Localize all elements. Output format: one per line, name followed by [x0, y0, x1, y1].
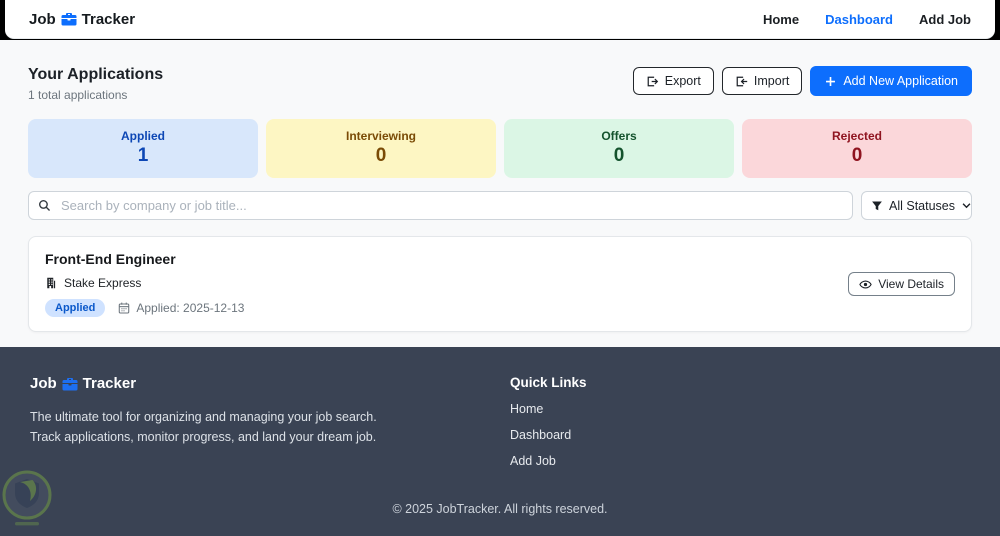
- nav-link-add-job[interactable]: Add Job: [919, 12, 971, 27]
- add-button-label: Add New Application: [843, 74, 958, 88]
- status-summary-cards: Applied 1 Interviewing 0 Offers 0 Reject…: [28, 119, 972, 178]
- nav-links: Home Dashboard Add Job: [763, 12, 971, 27]
- footer-link-dashboard[interactable]: Dashboard: [510, 428, 587, 442]
- brand-logo[interactable]: Job Tracker: [29, 11, 135, 28]
- brand-word-job: Job: [29, 10, 56, 28]
- stat-label: Applied: [121, 129, 165, 143]
- stat-card-applied[interactable]: Applied 1: [28, 119, 258, 178]
- plus-icon: [824, 75, 837, 88]
- footer-brand-word-job: Job: [30, 375, 57, 392]
- footer-quick-links: Quick Links Home Dashboard Add Job: [510, 375, 587, 468]
- applied-date-label: Applied: 2025-12-13: [136, 301, 245, 315]
- company-name: Stake Express: [64, 276, 142, 290]
- footer-tagline-line2: Track applications, monitor progress, an…: [30, 430, 377, 444]
- view-details-button[interactable]: View Details: [848, 272, 955, 296]
- import-button-label: Import: [753, 74, 790, 88]
- application-meta: Applied Applied: 2025-12-13: [45, 299, 244, 317]
- eye-icon: [859, 278, 872, 291]
- footer-brand-word-tracker: Tracker: [82, 375, 137, 392]
- job-title: Front-End Engineer: [45, 251, 176, 267]
- nav-link-dashboard[interactable]: Dashboard: [825, 12, 893, 27]
- search-icon: [38, 199, 51, 212]
- page-header: Your Applications 1 total applications E…: [28, 40, 972, 102]
- search-field-wrap: [28, 191, 853, 220]
- applications-count: 1 total applications: [28, 88, 128, 102]
- brand-word-tracker: Tracker: [81, 10, 136, 28]
- search-input[interactable]: [28, 191, 853, 220]
- company-row: Stake Express: [45, 276, 244, 290]
- quick-links-title: Quick Links: [510, 375, 587, 390]
- funnel-icon: [871, 200, 883, 212]
- nav-link-home[interactable]: Home: [763, 12, 799, 27]
- import-button[interactable]: Import: [721, 67, 803, 96]
- stat-label: Offers: [601, 129, 637, 143]
- stat-count: 0: [851, 145, 863, 166]
- stat-card-offers[interactable]: Offers 0: [504, 119, 734, 178]
- add-new-application-button[interactable]: Add New Application: [810, 66, 972, 97]
- application-card: Front-End Engineer Stake Express Applied…: [28, 236, 972, 332]
- stat-card-rejected[interactable]: Rejected 0: [742, 119, 972, 178]
- footer-link-add-job[interactable]: Add Job: [510, 454, 587, 468]
- page-title: Your Applications: [28, 66, 164, 83]
- stat-label: Rejected: [831, 129, 883, 143]
- status-badge: Applied: [45, 299, 106, 317]
- briefcase-icon: [61, 11, 77, 27]
- applied-date: Applied: 2025-12-13: [118, 301, 244, 315]
- export-button-label: Export: [664, 74, 701, 88]
- stat-card-interviewing[interactable]: Interviewing 0: [266, 119, 496, 178]
- stat-count: 0: [613, 145, 625, 166]
- copyright-text: © 2025 JobTracker. All rights reserved.: [392, 502, 608, 516]
- chevron-down-icon: [961, 200, 972, 211]
- stat-count: 1: [137, 145, 149, 166]
- footer-about: Job Tracker The ultimate tool for organi…: [30, 375, 510, 468]
- footer-brand-logo: Job Tracker: [30, 375, 510, 392]
- navbar: Job Tracker Home Dashboard Add Job: [5, 0, 995, 39]
- application-info: Front-End Engineer Stake Express Applied…: [45, 251, 244, 317]
- header-actions: Export Import Add New Application: [632, 66, 972, 97]
- status-filter-value: All Statuses: [889, 198, 956, 213]
- footer-tagline: The ultimate tool for organizing and man…: [30, 407, 510, 447]
- export-arrow-icon: [646, 75, 659, 88]
- calendar-icon: [118, 302, 130, 314]
- view-details-label: View Details: [878, 277, 944, 291]
- footer-link-home[interactable]: Home: [510, 402, 587, 416]
- building-icon: [45, 277, 57, 289]
- footer-tagline-line1: The ultimate tool for organizing and man…: [30, 410, 377, 424]
- main-content: Your Applications 1 total applications E…: [0, 40, 1000, 347]
- navbar-frame: Job Tracker Home Dashboard Add Job: [0, 0, 1000, 40]
- briefcase-icon: [62, 376, 78, 392]
- status-filter-dropdown[interactable]: All Statuses: [861, 191, 972, 220]
- export-button[interactable]: Export: [632, 67, 714, 96]
- footer: Job Tracker The ultimate tool for organi…: [0, 347, 1000, 536]
- search-filter-row: All Statuses: [28, 191, 972, 220]
- stat-count: 0: [375, 145, 387, 166]
- stat-label: Interviewing: [345, 129, 416, 143]
- import-arrow-icon: [735, 75, 748, 88]
